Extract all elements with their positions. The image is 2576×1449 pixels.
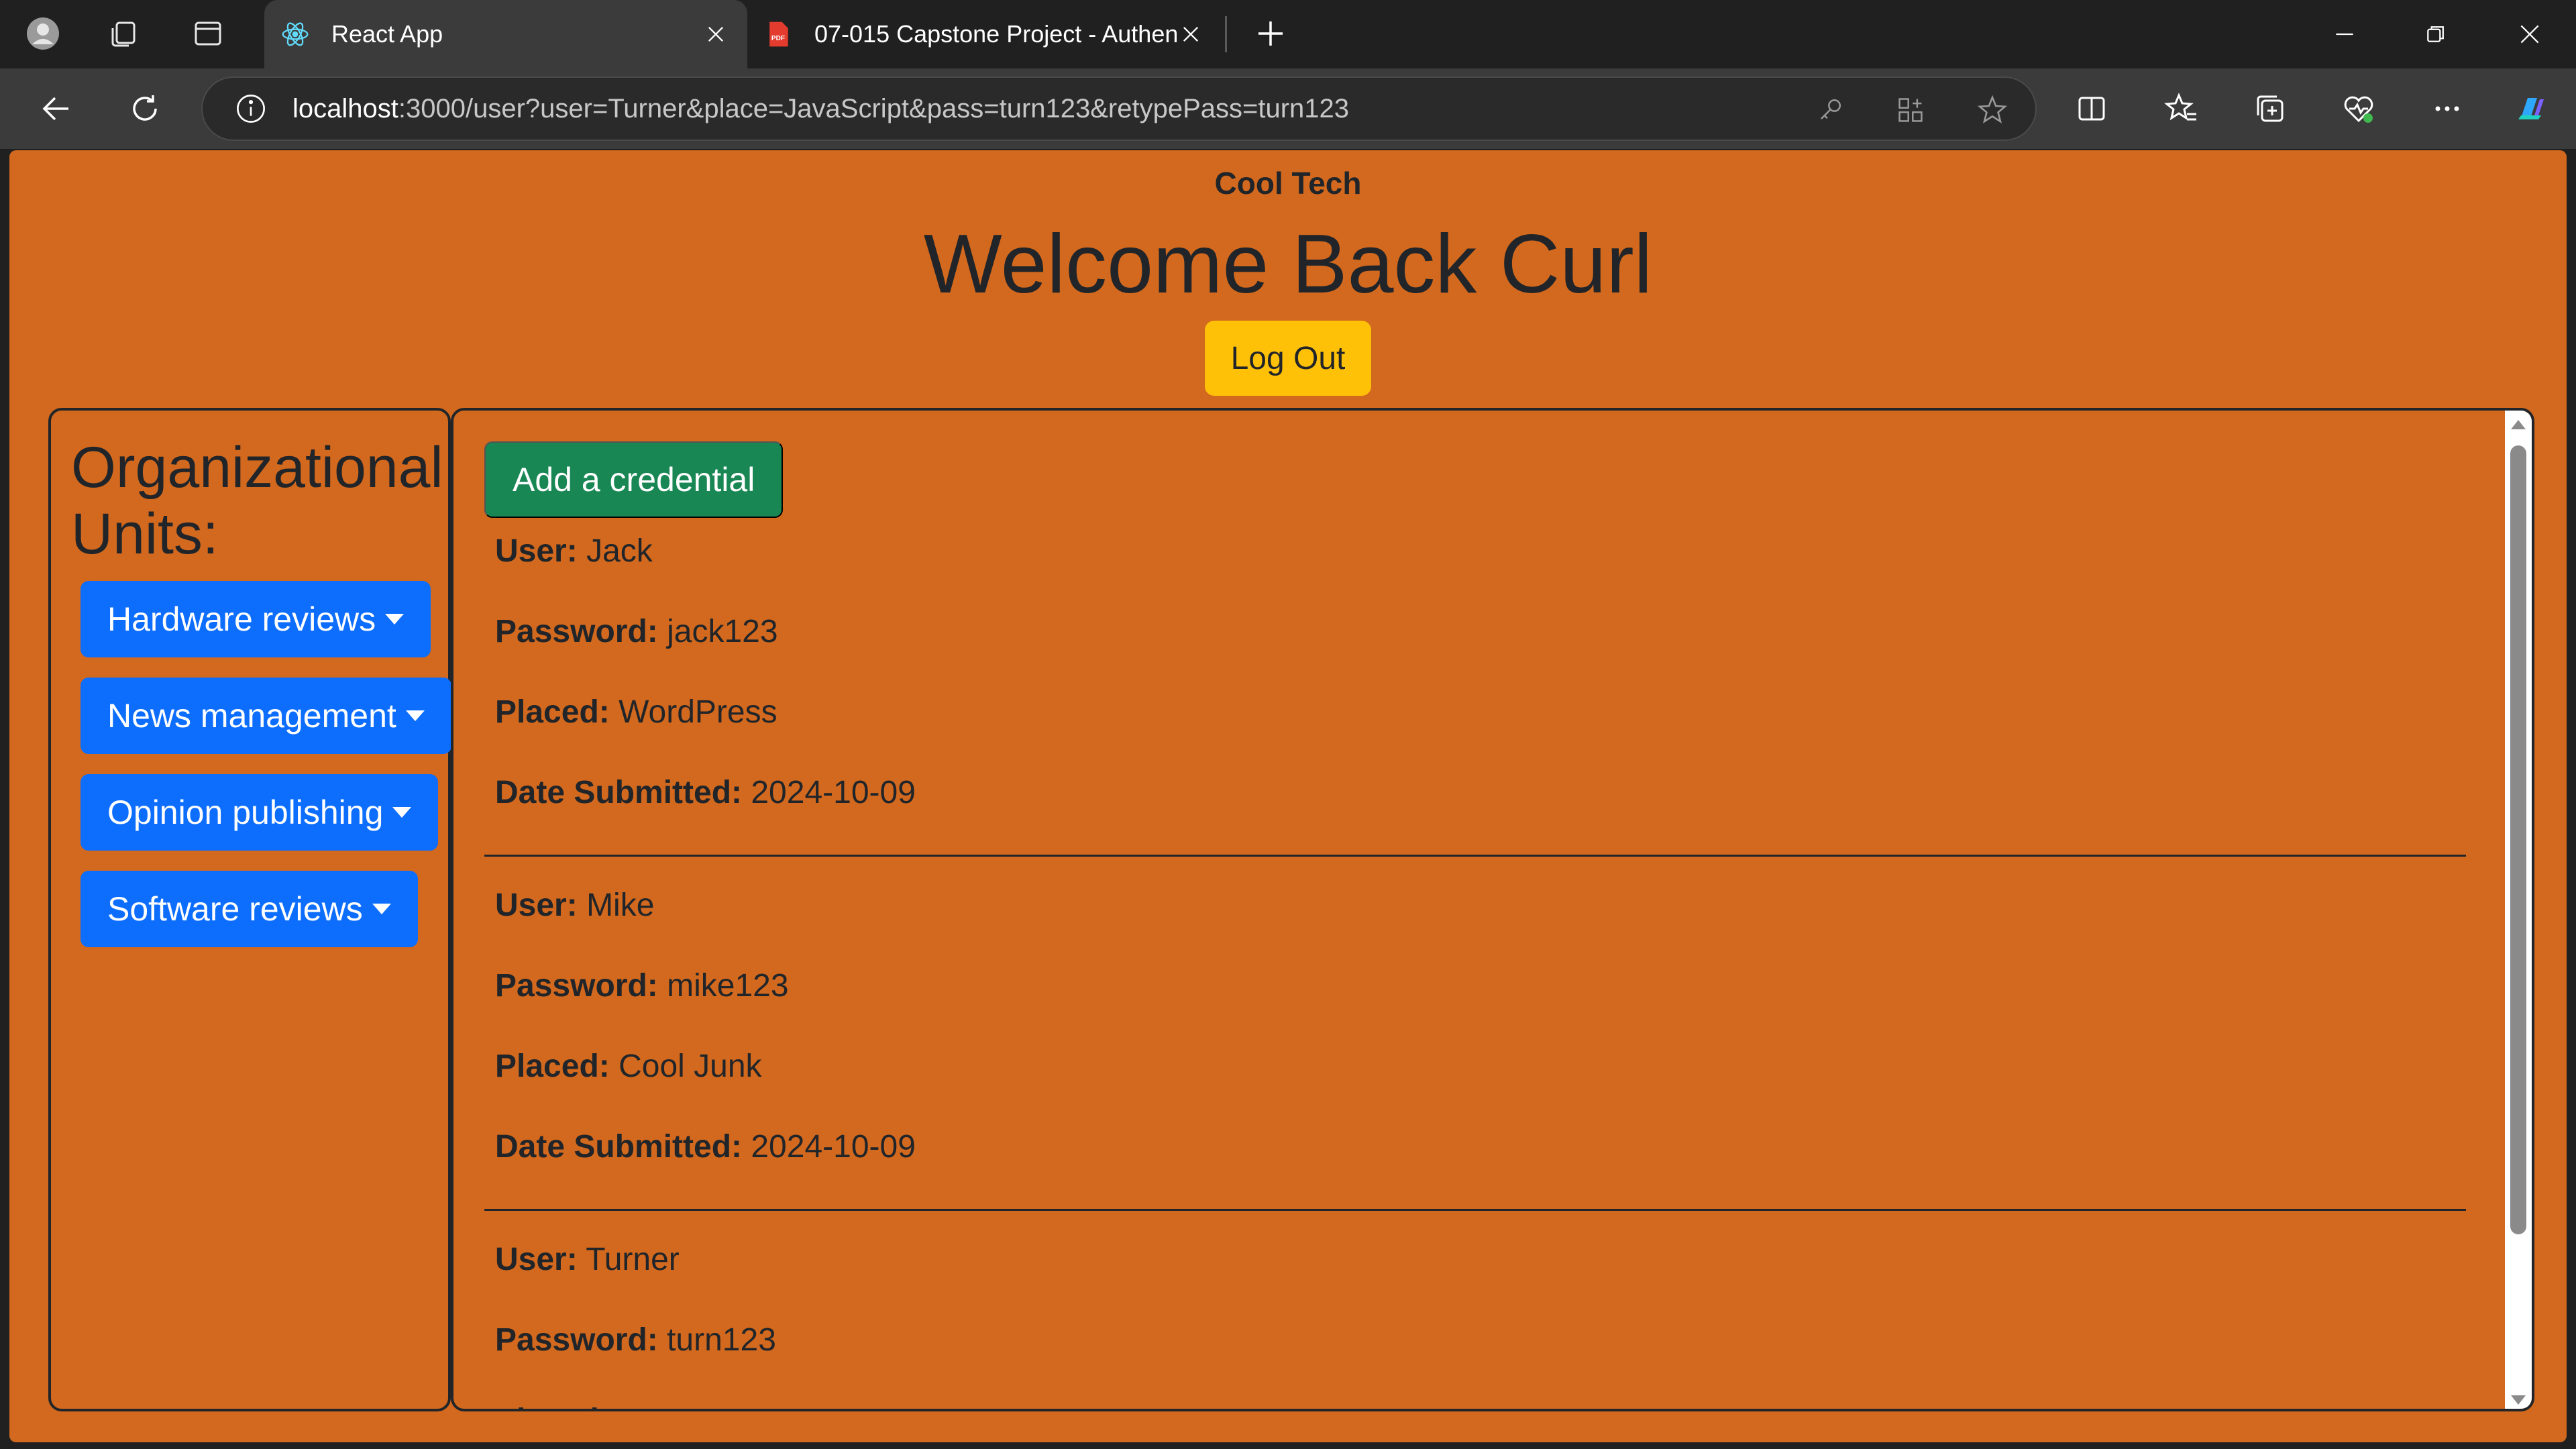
credential-password: Password: turn123 <box>495 1322 776 1358</box>
unit-label: Opinion publishing <box>107 794 384 831</box>
unit-dropdown-opinion-publishing[interactable]: Opinion publishing <box>80 774 439 851</box>
password-key-icon[interactable] <box>1811 91 1849 129</box>
heading-text: Organizational Units: <box>71 435 443 566</box>
page-content: Cool Tech Welcome Back Curl Log Out Orga… <box>9 150 2567 1442</box>
tab-separator <box>1225 16 1227 52</box>
field-label: User: <box>495 1242 578 1277</box>
refresh-icon[interactable] <box>119 83 170 134</box>
credential-user: User: Jack <box>495 533 653 570</box>
workspaces-icon[interactable] <box>101 9 149 58</box>
tab-react-app[interactable]: React App <box>264 0 747 68</box>
browser-toolbar: localhost:3000/user?user=Turner&place=Ja… <box>0 68 2576 149</box>
field-value: Jack <box>586 533 653 569</box>
close-window-icon[interactable] <box>2486 0 2573 68</box>
credential-user: User: Turner <box>495 1241 680 1278</box>
browser-essentials-icon[interactable] <box>2333 83 2384 134</box>
field-value: Cool Junk <box>619 1049 762 1084</box>
divider <box>484 855 2466 857</box>
url-text[interactable]: localhost:3000/user?user=Turner&place=Ja… <box>292 94 1349 124</box>
caret-down-icon <box>372 904 391 914</box>
copilot-icon[interactable] <box>2506 83 2557 134</box>
field-value: turn123 <box>667 1322 776 1358</box>
tab-title: React App <box>331 20 443 48</box>
scrollbar[interactable] <box>2505 411 2532 1409</box>
close-tab-icon[interactable] <box>699 17 733 51</box>
field-value: Mike <box>586 888 655 923</box>
tab-title: 07-015 Capstone Project - Authen <box>814 20 1177 48</box>
pdf-icon: PDF <box>762 18 794 50</box>
close-tab-icon[interactable] <box>1174 17 1208 51</box>
field-label: Date Submitted: <box>495 775 743 810</box>
credential-placed: Placed: WordPress <box>495 694 777 731</box>
field-label: Password: <box>495 614 658 649</box>
caret-down-icon <box>405 710 425 721</box>
field-label: Password: <box>495 968 658 1004</box>
credential-user: User: Mike <box>495 887 654 924</box>
field-value: Turner <box>586 1242 680 1277</box>
browser-tab-bar: React App PDF 07-015 Capstone Project - … <box>0 0 2576 68</box>
split-screen-icon[interactable] <box>2066 83 2117 134</box>
credentials-panel[interactable]: Add a credential User: Jack Password: ja… <box>451 408 2534 1411</box>
credential-placed-partial: Placed: <box>495 1402 610 1409</box>
scroll-down-icon[interactable] <box>2511 1395 2526 1405</box>
credential-date: Date Submitted: 2024-10-09 <box>495 774 916 811</box>
tab-capstone-pdf[interactable]: PDF 07-015 Capstone Project - Authen <box>747 0 1222 68</box>
scroll-up-icon[interactable] <box>2511 420 2526 429</box>
unit-dropdown-news-management[interactable]: News management <box>80 678 451 754</box>
unit-dropdown-software-reviews[interactable]: Software reviews <box>80 871 418 947</box>
field-label: Date Submitted: <box>495 1129 743 1165</box>
restore-icon[interactable] <box>2392 0 2479 68</box>
organizational-units-panel: Organizational Units: Hardware reviews N… <box>48 408 451 1411</box>
react-icon <box>279 18 311 50</box>
more-options-icon[interactable] <box>2422 83 2473 134</box>
tab-actions-icon[interactable] <box>184 9 232 58</box>
caret-down-icon <box>392 807 412 818</box>
organizational-units-heading: Organizational Units: <box>71 435 447 568</box>
caret-down-icon <box>385 614 405 625</box>
unit-dropdown-hardware-reviews[interactable]: Hardware reviews <box>80 581 431 657</box>
page-title: Welcome Back Curl <box>923 218 1653 311</box>
field-value: 2024-10-09 <box>751 1129 916 1165</box>
unit-label: Hardware reviews <box>107 600 376 638</box>
scrollbar-thumb[interactable] <box>2510 445 2526 1234</box>
field-value: jack123 <box>667 614 778 649</box>
credential-password: Password: mike123 <box>495 967 789 1004</box>
log-out-button[interactable]: Log Out <box>1205 321 1371 396</box>
back-arrow-icon[interactable] <box>31 83 82 134</box>
favorite-star-icon[interactable] <box>1974 91 2011 129</box>
collections-icon[interactable] <box>2245 83 2296 134</box>
unit-label: Software reviews <box>107 890 363 928</box>
svg-text:PDF: PDF <box>771 35 785 42</box>
credential-date: Date Submitted: 2024-10-09 <box>495 1128 916 1165</box>
profile-icon[interactable] <box>19 9 67 58</box>
field-label: Password: <box>495 1322 658 1358</box>
favorites-icon[interactable] <box>2156 83 2207 134</box>
field-value: 2024-10-09 <box>751 775 916 810</box>
address-bar[interactable]: localhost:3000/user?user=Turner&place=Ja… <box>201 76 2037 141</box>
credential-password: Password: jack123 <box>495 613 778 650</box>
minimize-icon[interactable] <box>2301 0 2388 68</box>
unit-label: News management <box>107 697 396 735</box>
brand-name: Cool Tech <box>1214 166 1362 201</box>
field-label: Placed: <box>495 1049 610 1084</box>
credential-placed: Placed: Cool Junk <box>495 1048 762 1085</box>
app-available-icon[interactable] <box>1892 91 1929 129</box>
field-label: User: <box>495 533 578 569</box>
field-label: User: <box>495 888 578 923</box>
add-credential-button[interactable]: Add a credential <box>484 441 784 518</box>
site-info-icon[interactable] <box>232 90 270 127</box>
field-value: mike123 <box>667 968 789 1004</box>
new-tab-icon[interactable] <box>1246 9 1295 58</box>
divider <box>484 1209 2466 1211</box>
field-label: Placed: <box>495 694 610 730</box>
field-label: Placed: <box>495 1403 610 1409</box>
field-value: WordPress <box>619 694 777 730</box>
